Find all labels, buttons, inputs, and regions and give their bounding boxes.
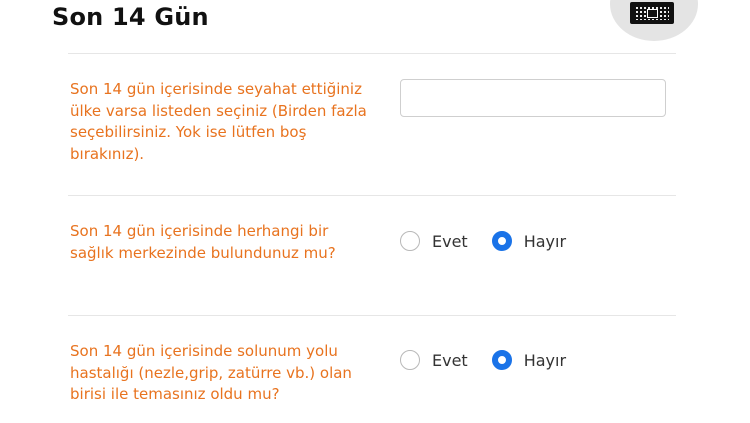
form-page: Son 14 Gün Son 14 gün içerisinde seyahat…	[0, 0, 750, 423]
health-center-radio-group: Evet Hayır	[400, 229, 566, 253]
radio-yes[interactable]	[400, 231, 420, 251]
divider	[68, 195, 676, 196]
radio-yes[interactable]	[400, 350, 420, 370]
health-center-option-yes[interactable]: Evet	[400, 231, 468, 251]
radio-yes-label: Evet	[432, 231, 468, 251]
health-center-option-no[interactable]: Hayır	[491, 231, 567, 251]
radio-no-label: Hayır	[523, 350, 567, 370]
radio-no[interactable]	[491, 350, 512, 370]
page-title: Son 14 Gün	[52, 3, 209, 31]
radio-yes-label: Evet	[432, 350, 468, 370]
radio-no[interactable]	[491, 231, 512, 251]
question-respiratory-contact-label: Son 14 gün içerisinde solunum yolu hasta…	[70, 342, 352, 403]
qr-center-box	[647, 9, 658, 18]
question-travel-label: Son 14 gün içerisinde seyahat ettiğiniz …	[70, 80, 367, 163]
divider	[68, 315, 676, 316]
radio-no-label: Hayır	[523, 231, 567, 251]
divider	[68, 53, 676, 54]
respiratory-option-no[interactable]: Hayır	[491, 350, 567, 370]
respiratory-contact-radio-group: Evet Hayır	[400, 348, 566, 372]
country-select-input[interactable]	[400, 79, 666, 117]
question-health-center-label: Son 14 gün içerisinde herhangi bir sağlı…	[70, 222, 336, 262]
respiratory-option-yes[interactable]: Evet	[400, 350, 468, 370]
qr-code-icon[interactable]	[630, 2, 674, 24]
